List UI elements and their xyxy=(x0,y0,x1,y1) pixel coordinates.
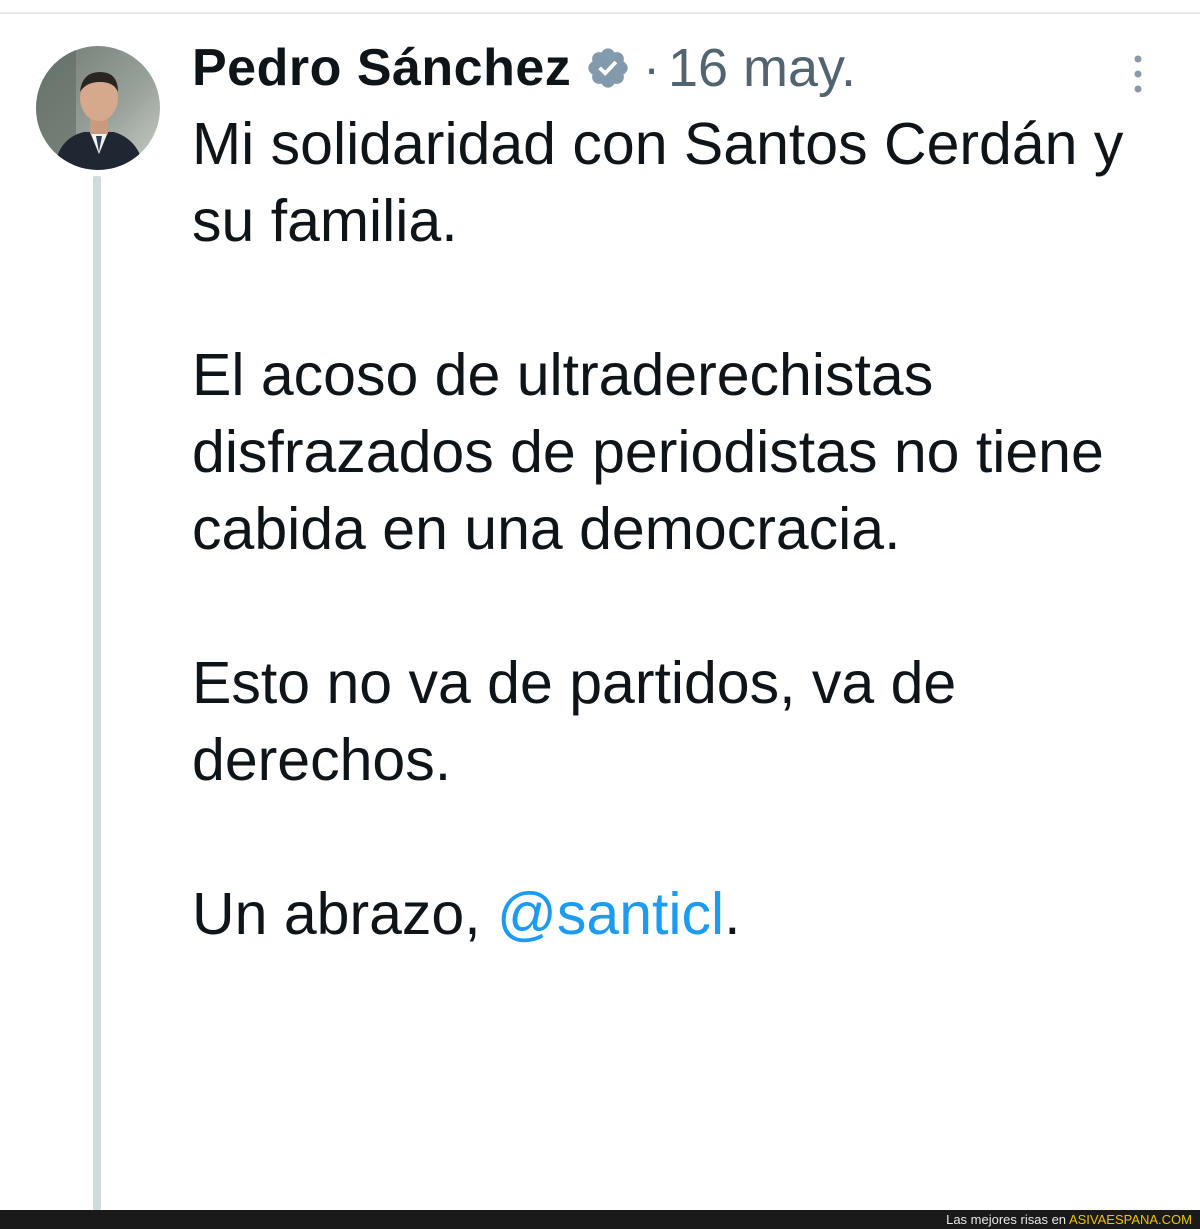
more-options-icon[interactable] xyxy=(1126,50,1150,98)
tweet-closing: Un abrazo, @santicl. xyxy=(192,876,1182,953)
top-divider xyxy=(0,12,1200,14)
avatar-photo xyxy=(36,46,160,170)
footer-tagline: Las mejores risas en xyxy=(946,1212,1069,1227)
user-mention-link[interactable]: @santicl xyxy=(497,881,724,947)
watermark-footer: Las mejores risas en ASIVAESPANA.COM xyxy=(0,1210,1200,1229)
author-name[interactable]: Pedro Sánchez xyxy=(192,38,571,98)
footer-brand[interactable]: ASIVAESPANA.COM xyxy=(1069,1212,1192,1227)
verified-badge-icon xyxy=(585,45,631,91)
avatar[interactable] xyxy=(36,46,160,170)
tweet-body: Mi solidaridad con Santos Cerdán y su fa… xyxy=(192,106,1182,953)
thread-connector-line xyxy=(93,176,101,1210)
closing-prefix: Un abrazo, xyxy=(192,881,497,947)
closing-suffix: . xyxy=(724,881,741,947)
tweet-date[interactable]: 16 may. xyxy=(668,37,856,99)
header-separator: · xyxy=(643,40,660,96)
tweet-header: Pedro Sánchez · 16 may. xyxy=(192,28,856,108)
tweet-paragraph: El acoso de ultraderechistas disfrazados… xyxy=(192,342,1104,562)
tweet-paragraph: Esto no va de partidos, va de derechos. xyxy=(192,650,957,793)
tweet-paragraph: Mi solidaridad con Santos Cerdán y su fa… xyxy=(192,111,1124,254)
